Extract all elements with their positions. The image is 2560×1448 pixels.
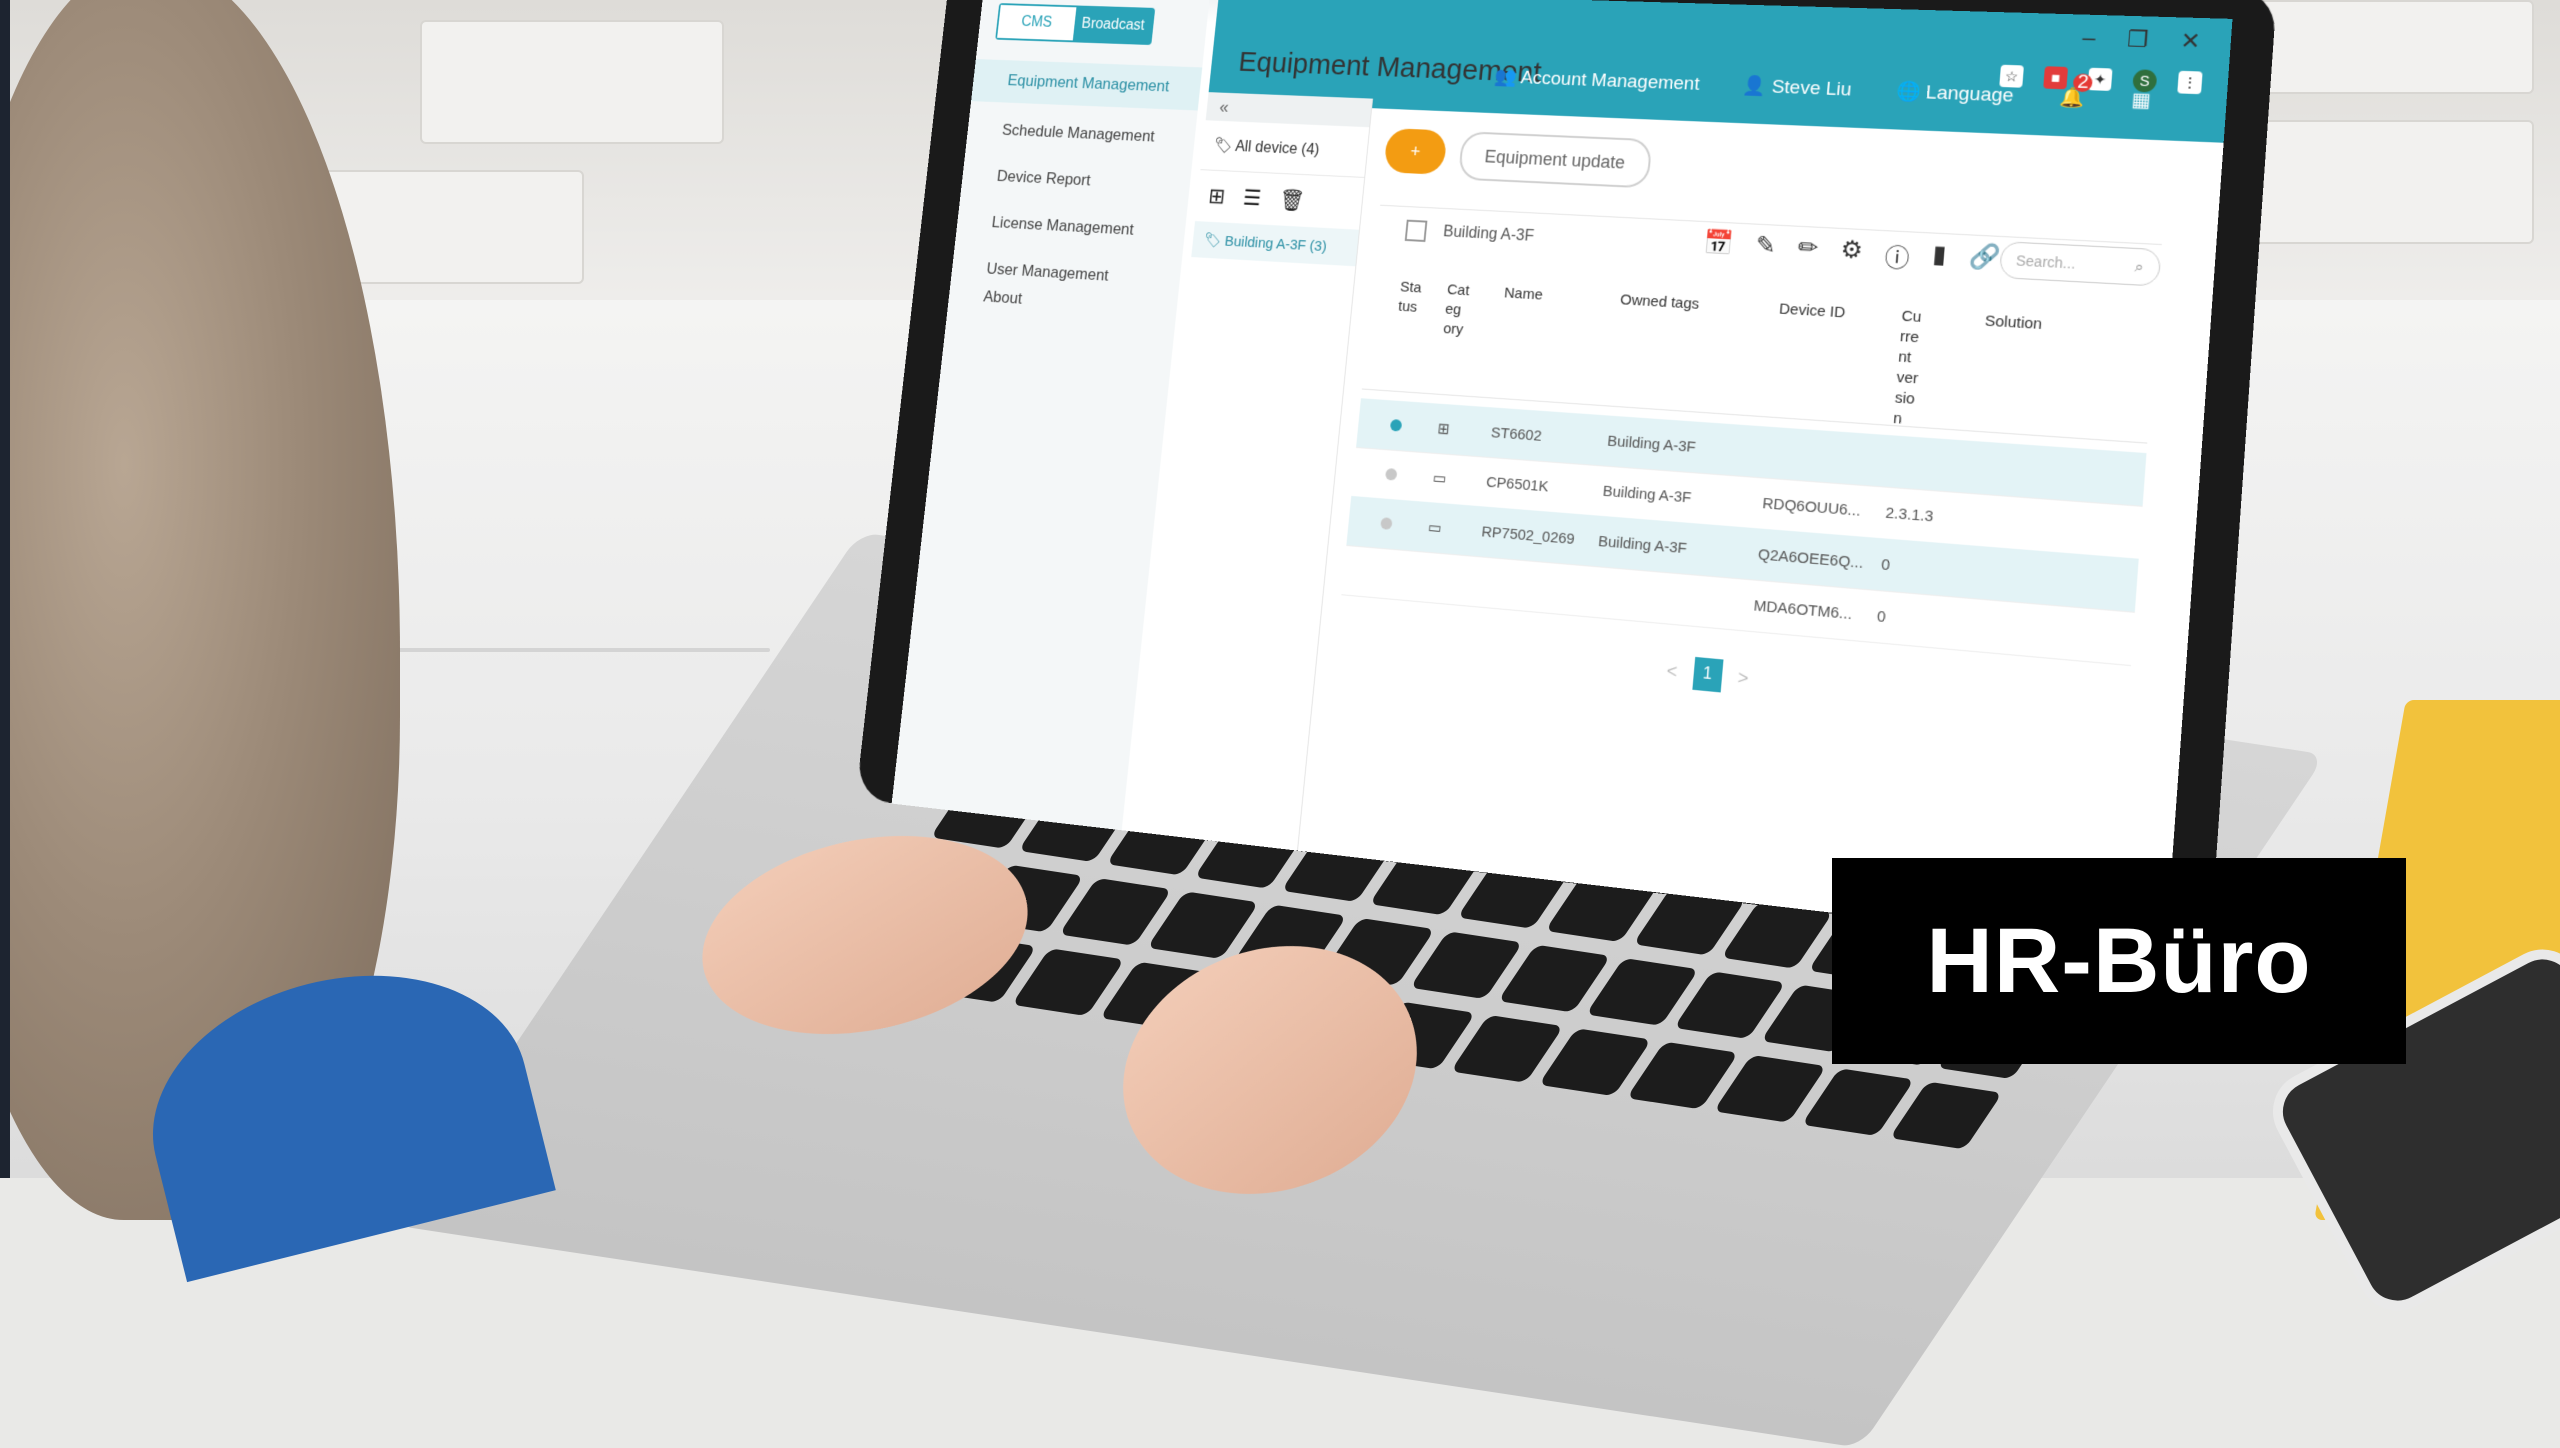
caption-box: HR-Büro	[1832, 858, 2406, 1064]
wall-brick	[2250, 0, 2534, 94]
search-input[interactable]: Search... ⌕	[1998, 241, 2162, 287]
caption-label: HR-Büro	[1926, 909, 2312, 1012]
search-icon: ⌕	[2134, 257, 2145, 276]
column-header-solution[interactable]: Solution	[1984, 311, 2043, 335]
device-name: ST6602	[1490, 423, 1543, 445]
column-header-current-version[interactable]: Cu rre nt ver sio n	[1892, 306, 1924, 430]
add-device-button[interactable]: +	[1383, 128, 1448, 175]
tag-selected-label: Building A-3F (3)	[1223, 233, 1328, 255]
link-icon[interactable]: 🔗	[1967, 242, 2001, 279]
pencil-icon[interactable]: ✏	[1796, 233, 1820, 269]
column-header-owned-tags[interactable]: Owned tags	[1619, 290, 1700, 315]
sidebar-item-device-report[interactable]: Device Report	[996, 167, 1091, 190]
pagination: < 1 >	[1665, 654, 1750, 695]
prev-page-button[interactable]: <	[1666, 660, 1678, 682]
tag-building-a3f[interactable]: 🏷 Building A-3F (3)	[1191, 221, 1360, 267]
device-id: MDA6OTM6...	[1752, 596, 1853, 623]
page-number-button[interactable]: 1	[1691, 656, 1724, 693]
display-icon: ▭	[1427, 519, 1443, 537]
gear-icon[interactable]: ⚙	[1839, 235, 1864, 271]
left-edge-strip	[0, 0, 10, 1178]
current-version: 0	[1876, 607, 1887, 626]
device-tags: Building A-3F	[1597, 532, 1688, 557]
laptop-screen: – ❐ ✕ ☆ ■ ✦ S ⋮ Equipment Management 👥 A…	[891, 0, 2233, 952]
column-header-category[interactable]: Cat eg ory	[1442, 280, 1470, 340]
user-name: Steve Liu	[1770, 76, 1853, 101]
tab-cms[interactable]: CMS	[997, 4, 1077, 41]
user-menu[interactable]: 👤 Steve Liu	[1742, 74, 1853, 102]
wall-brick	[2230, 120, 2534, 244]
close-icon[interactable]: ✕	[2180, 28, 2202, 55]
equipment-update-button[interactable]: Equipment update	[1457, 131, 1653, 189]
sidebar-item-schedule-management[interactable]: Schedule Management	[1001, 121, 1155, 146]
tag-toolbar: ⊞ ☰ 🗑	[1195, 170, 1364, 230]
device-tags: Building A-3F	[1606, 432, 1697, 456]
column-header-device-id[interactable]: Device ID	[1778, 299, 1846, 323]
next-page-button[interactable]: >	[1737, 667, 1749, 690]
mode-toggle: CMS Broadcast	[995, 3, 1156, 46]
tag-all-devices[interactable]: 🏷 All device (4)	[1200, 120, 1370, 178]
edit-note-icon[interactable]: ✎	[1754, 231, 1777, 267]
sort-icon[interactable]: ☰	[1242, 186, 1262, 212]
wall-brick	[420, 20, 724, 144]
tag-all-label: All device (4)	[1234, 138, 1321, 159]
info-icon[interactable]: ⓘ	[1883, 237, 1911, 274]
sidebar-item-user-management[interactable]: User Management	[986, 259, 1110, 285]
device-id: Q2A6OEE6Q...	[1757, 545, 1864, 572]
device-action-toolbar: 📅 ✎ ✏ ⚙ ⓘ ▮ 🔗	[1702, 228, 2002, 279]
device-list-panel: + Equipment update Building A-3F 📅 ✎ ✏ ⚙…	[1317, 118, 2190, 936]
restore-icon[interactable]: ❐	[2126, 26, 2149, 53]
delete-icon[interactable]: 🗑	[1278, 187, 1306, 213]
bell-icon[interactable]: 🔔 2	[2059, 71, 2094, 110]
calendar-icon[interactable]: 📅	[1702, 228, 1735, 264]
kebab-menu-icon[interactable]: ⋮	[2177, 70, 2203, 95]
device-name: CP6501K	[1485, 473, 1550, 495]
sidebar-item-about[interactable]: About	[983, 287, 1023, 308]
column-header-status[interactable]: Sta tus	[1397, 278, 1422, 318]
language-label: Language	[1925, 82, 2015, 107]
status-online-dot	[1389, 419, 1403, 432]
status-offline-dot	[1385, 468, 1398, 481]
display-icon: ▭	[1431, 469, 1448, 488]
search-placeholder: Search...	[2015, 252, 2077, 272]
select-all-checkbox[interactable]	[1404, 219, 1428, 242]
window-controls: – ❐ ✕	[2082, 25, 2202, 55]
minimize-icon[interactable]: –	[2082, 25, 2097, 52]
language-menu[interactable]: 🌐 Language	[1895, 79, 2014, 108]
current-version: 2.3.1.3	[1884, 503, 1935, 526]
device-id: RDQ6OUU6...	[1761, 494, 1862, 520]
key	[1889, 1081, 2003, 1150]
windows-icon: ⊞	[1436, 420, 1451, 439]
current-version: 0	[1880, 555, 1891, 574]
apps-grid-icon[interactable]: ▦	[2131, 88, 2152, 112]
status-offline-dot	[1380, 517, 1393, 530]
column-header-name[interactable]: Name	[1503, 284, 1543, 306]
device-name: RP7502_0269	[1480, 522, 1576, 548]
group-label: Building A-3F	[1442, 223, 1535, 245]
tab-broadcast[interactable]: Broadcast	[1072, 7, 1154, 44]
device-tags: Building A-3F	[1602, 482, 1693, 507]
sidebar-item-license-management[interactable]: License Management	[991, 213, 1135, 239]
bar-chart-icon[interactable]: ▮	[1931, 240, 1948, 276]
add-tag-icon[interactable]: ⊞	[1207, 184, 1226, 209]
notification-count-badge: 2	[2072, 71, 2094, 93]
